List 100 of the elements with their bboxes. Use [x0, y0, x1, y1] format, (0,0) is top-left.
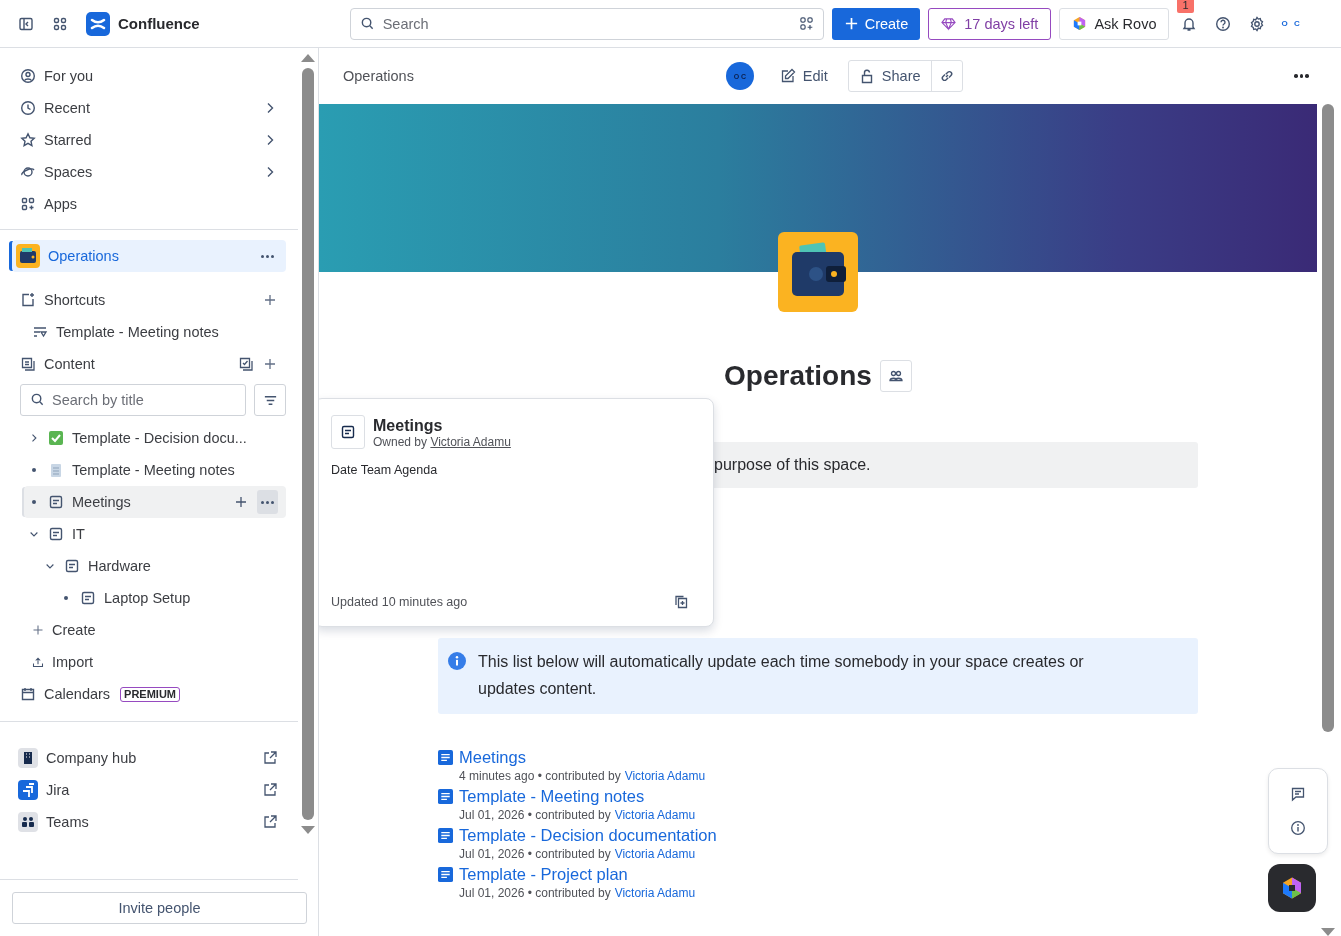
cube-icon: [1072, 16, 1088, 31]
create-item[interactable]: Create: [12, 614, 286, 646]
notification-icon[interactable]: [1181, 15, 1198, 32]
owner-link[interactable]: Victoria Adamu: [430, 435, 511, 449]
search-icon: [359, 15, 375, 31]
page-icon: [80, 590, 96, 606]
sidebar-toggle-icon[interactable]: [18, 15, 34, 32]
content-header[interactable]: Content: [12, 348, 286, 380]
tree-item[interactable]: IT: [12, 518, 286, 550]
shortcuts-header[interactable]: Shortcuts: [12, 284, 286, 316]
add-icon[interactable]: [262, 292, 278, 308]
app-link[interactable]: Company hub: [12, 742, 286, 774]
page-meta: 4 minutes ago • contributed by: [459, 769, 621, 783]
tree-item[interactable]: Hardware: [12, 550, 286, 582]
calendars-item[interactable]: Calendars PREMIUM: [12, 678, 286, 710]
tree-item[interactable]: Template - Decision docu...: [12, 422, 286, 454]
team-button[interactable]: [879, 360, 912, 392]
updated-text: Updated 10 minutes ago: [331, 595, 468, 609]
tree-item[interactable]: Template - Meeting notes: [12, 454, 286, 486]
settings-icon[interactable]: [1249, 15, 1266, 32]
external-link-icon[interactable]: [262, 814, 278, 830]
page-icon: [48, 494, 64, 510]
filter-button[interactable]: [254, 384, 286, 416]
author-link[interactable]: Victoria Adamu: [614, 847, 696, 861]
calendar-icon: [20, 686, 36, 702]
wallet-icon: [778, 232, 858, 312]
copy-add-icon[interactable]: [673, 594, 689, 610]
page-link[interactable]: Meetings: [459, 748, 526, 767]
add-icon[interactable]: [262, 356, 278, 372]
cube-icon: [1280, 876, 1304, 900]
tree-item[interactable]: Meetings: [24, 486, 286, 518]
space-item[interactable]: Operations: [12, 240, 286, 272]
nav-item[interactable]: For you: [12, 60, 286, 92]
premium-badge: PREMIUM: [120, 686, 181, 702]
pencil-icon: [779, 68, 796, 84]
document-icon: [438, 789, 453, 804]
rovo-button[interactable]: [1268, 864, 1316, 912]
shortcut-item[interactable]: Template - Meeting notes: [12, 316, 286, 348]
page-meta: Jul 01, 2026 • contributed by: [459, 847, 611, 861]
page-meta: Jul 01, 2026 • contributed by: [459, 886, 611, 900]
card-title: Meetings: [373, 417, 444, 435]
app-switcher-icon[interactable]: [52, 15, 68, 32]
tree-item[interactable]: Laptop Setup: [12, 582, 286, 614]
product-name: Confluence: [118, 15, 200, 32]
page-link[interactable]: Template - Meeting notes: [459, 787, 645, 806]
nav-item[interactable]: Spaces: [12, 156, 286, 188]
invite-people-button[interactable]: Invite people: [12, 892, 307, 924]
app-link[interactable]: Jira: [12, 774, 286, 806]
title-search-field[interactable]: Search by title: [20, 384, 246, 416]
star-icon: [20, 132, 36, 148]
nav-item[interactable]: Starred: [12, 124, 286, 156]
breadcrumb-link[interactable]: Operations: [343, 68, 414, 84]
nav-item[interactable]: Recent: [12, 92, 286, 124]
page-meta: Jul 01, 2026 • contributed by: [459, 808, 611, 822]
purpose-text: purpose of this space.: [714, 456, 871, 474]
info-icon: [448, 652, 466, 670]
document-icon: [438, 867, 453, 882]
external-link-icon[interactable]: [262, 750, 278, 766]
trial-button[interactable]: 17 days left: [928, 7, 1052, 40]
logo-icon: [86, 11, 110, 36]
nav-item[interactable]: Apps: [12, 188, 286, 220]
people-icon: [887, 368, 904, 384]
checklist-icon[interactable]: [238, 356, 254, 372]
ask-rovo-button[interactable]: Ask Rovo: [1059, 7, 1170, 40]
page-icon: [48, 526, 64, 542]
notepad-icon: [48, 462, 64, 478]
info-icon[interactable]: [1290, 820, 1306, 836]
shortcut-add-icon: [20, 292, 36, 308]
author-link[interactable]: Victoria Adamu: [614, 808, 696, 822]
info-text: This list below will automatically update each time somebody in your space creates or updates content.: [478, 652, 1085, 699]
comment-icon[interactable]: [1290, 786, 1306, 802]
author-link[interactable]: Victoria Adamu: [624, 769, 706, 783]
document-icon: [438, 750, 453, 765]
add-icon[interactable]: [233, 494, 249, 510]
add-shapes-icon[interactable]: [798, 15, 814, 31]
edit-button[interactable]: Edit: [771, 60, 836, 92]
apps-icon: [20, 196, 36, 212]
content-icon: [20, 356, 36, 372]
create-button[interactable]: Create: [831, 7, 921, 40]
person-icon: [20, 68, 36, 84]
page-link[interactable]: Template - Decision documentation: [459, 826, 717, 845]
external-link-icon[interactable]: [262, 782, 278, 798]
document-icon: [438, 828, 453, 843]
page-link[interactable]: Template - Project plan: [459, 865, 628, 884]
scrollbar[interactable]: [1321, 104, 1335, 936]
author-link[interactable]: Victoria Adamu: [614, 886, 696, 900]
help-icon[interactable]: [1215, 15, 1232, 32]
search-field[interactable]: Search: [349, 7, 824, 40]
app-link[interactable]: Teams: [12, 806, 286, 838]
clock-icon: [20, 100, 36, 116]
wallet-icon: [16, 244, 40, 268]
building-icon: [18, 748, 38, 768]
import-item[interactable]: Import: [12, 646, 286, 678]
notification-count: 1: [1177, 0, 1194, 13]
plus-icon: [843, 16, 859, 31]
diamond-icon: [941, 16, 957, 31]
people-icon: [18, 812, 38, 832]
user-avatar[interactable]: O C: [1281, 19, 1302, 28]
upload-icon: [32, 656, 44, 668]
page-title: Operations: [724, 360, 872, 392]
